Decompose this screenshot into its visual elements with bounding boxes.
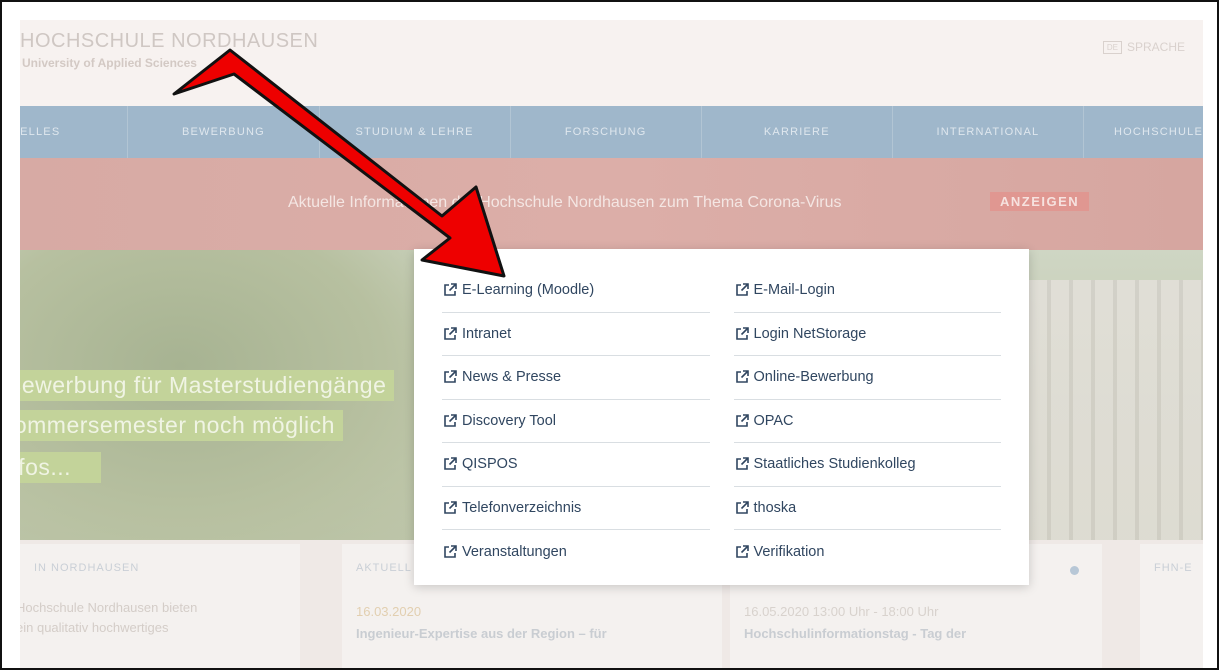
nav-item-studium-lehre[interactable]: STUDIUM & LEHRE [320, 106, 511, 158]
link-label: Veranstaltungen [462, 543, 567, 560]
link-label: Intranet [462, 325, 512, 342]
logo-title[interactable]: HOCHSCHULE NORDHAUSEN [20, 30, 318, 53]
nav-item-hochschule[interactable]: HOCHSCHULE [1084, 106, 1203, 158]
quicklinks-column-right: E-Mail-Login Login NetStorage Online-Bew… [733, 269, 1002, 585]
card-aktuell-title: AKTUELL [356, 562, 412, 574]
link-verifikation[interactable]: Verifikation [734, 530, 1002, 574]
card-event-date: 16.05.2020 13:00 Uhr - 18:00 Uhr [744, 604, 939, 619]
link-discovery-tool[interactable]: Discovery Tool [442, 400, 710, 443]
link-news-presse[interactable]: News & Presse [442, 356, 710, 400]
link-label: Online-Bewerbung [753, 369, 874, 386]
nav-item-karriere[interactable]: KARRIERE [702, 106, 893, 158]
link-online-bewerbung[interactable]: Online-Bewerbung [733, 356, 1001, 400]
hero-headline-line-2: Sommersemester noch möglich [20, 410, 343, 441]
external-link-icon [735, 544, 749, 558]
card-event-text: Hochschulinformationstag - Tag der [744, 626, 967, 641]
nav-item-international[interactable]: INTERNATIONAL [893, 106, 1084, 158]
card-aktuell-date: 16.03.2020 [356, 604, 422, 619]
link-label: Telefonverzeichnis [462, 499, 582, 516]
card-nordhausen[interactable]: IN NORDHAUSEN Hochschule Nordhausen biet… [20, 544, 300, 668]
external-link-icon [444, 500, 457, 514]
language-label: SPRACHE [1126, 40, 1185, 54]
quicklinks-column-left: E-Learning (Moodle) Intranet News & Pres… [442, 269, 710, 585]
nav-item-bewerbung[interactable]: BEWERBUNG [128, 106, 320, 158]
card-nordhausen-line-2: ein qualitativ hochwertiges [20, 620, 169, 635]
screenshot-frame: HOCHSCHULE NORDHAUSEN University of Appl… [0, 0, 1219, 670]
nav-item-forschung[interactable]: FORSCHUNG [511, 106, 702, 158]
link-label: thoska [753, 499, 797, 516]
external-link-icon [735, 283, 749, 297]
external-link-icon [735, 413, 749, 427]
card-fhn-title: FHN-E [1154, 562, 1193, 574]
link-label: Login NetStorage [753, 325, 867, 342]
link-login-netstorage[interactable]: Login NetStorage [733, 313, 1001, 356]
link-e-learning[interactable]: E-Learning (Moodle) [442, 269, 710, 313]
website-background: HOCHSCHULE NORDHAUSEN University of Appl… [20, 20, 1203, 668]
link-label: QISPOS [462, 456, 518, 473]
logo-subtitle: University of Applied Sciences [22, 56, 197, 70]
card-nordhausen-line-1: Hochschule Nordhausen bieten [20, 600, 198, 615]
link-staatliches-studienkolleg[interactable]: Staatliches Studienkolleg [733, 443, 1001, 487]
link-label: E-Learning (Moodle) [462, 282, 595, 299]
external-link-icon [444, 457, 457, 471]
external-link-icon [444, 544, 457, 558]
site-header: HOCHSCHULE NORDHAUSEN University of Appl… [20, 20, 1203, 106]
external-link-icon [444, 413, 457, 427]
nav-item-aktuelles[interactable]: AKTUELLES [20, 106, 129, 158]
link-thoska[interactable]: thoska [733, 487, 1001, 530]
link-label: E-Mail-Login [753, 282, 835, 299]
link-veranstaltungen[interactable]: Veranstaltungen [442, 530, 710, 574]
external-link-icon [444, 370, 457, 384]
corona-banner: Aktuelle Informationen der Hochschule No… [20, 158, 1203, 250]
hero-more-link[interactable]: Infos... [20, 452, 102, 483]
link-label: Staatliches Studienkolleg [753, 456, 916, 473]
link-telefonverzeichnis[interactable]: Telefonverzeichnis [442, 487, 710, 530]
link-e-mail-login[interactable]: E-Mail-Login [733, 269, 1001, 313]
link-qispos[interactable]: QISPOS [442, 443, 710, 487]
language-badge: DE [1102, 40, 1122, 54]
external-link-icon [735, 500, 749, 514]
link-label: News & Presse [462, 369, 562, 386]
show-button[interactable]: ANZEIGEN [990, 192, 1090, 211]
external-link-icon [735, 326, 749, 340]
link-label: Verifikation [753, 543, 825, 560]
link-label: Discovery Tool [462, 412, 557, 429]
hero-headline-line-1: Bewerbung für Masterstudiengänge [20, 370, 395, 401]
external-link-icon [735, 457, 749, 471]
link-opac[interactable]: OPAC [733, 400, 1001, 443]
card-nordhausen-title: IN NORDHAUSEN [34, 562, 140, 574]
external-link-icon [444, 283, 457, 297]
external-link-icon [444, 326, 457, 340]
slider-dot-icon[interactable] [1070, 566, 1079, 575]
card-fhn[interactable]: FHN-E [1140, 544, 1203, 668]
quicklinks-dropdown: E-Learning (Moodle) Intranet News & Pres… [414, 249, 1029, 585]
language-switch[interactable]: DE SPRACHE [1102, 40, 1185, 54]
card-nordhausen-text: Hochschule Nordhausen bieten ein qualita… [20, 598, 197, 638]
corona-banner-text: Aktuelle Informationen der Hochschule No… [288, 194, 842, 211]
external-link-icon [735, 370, 749, 384]
link-intranet[interactable]: Intranet [442, 313, 710, 356]
card-aktuell-text: Ingenieur-Expertise aus der Region – für [356, 626, 607, 641]
main-navigation: AKTUELLES BEWERBUNG STUDIUM & LEHRE FORS… [20, 106, 1203, 158]
link-label: OPAC [753, 412, 794, 429]
